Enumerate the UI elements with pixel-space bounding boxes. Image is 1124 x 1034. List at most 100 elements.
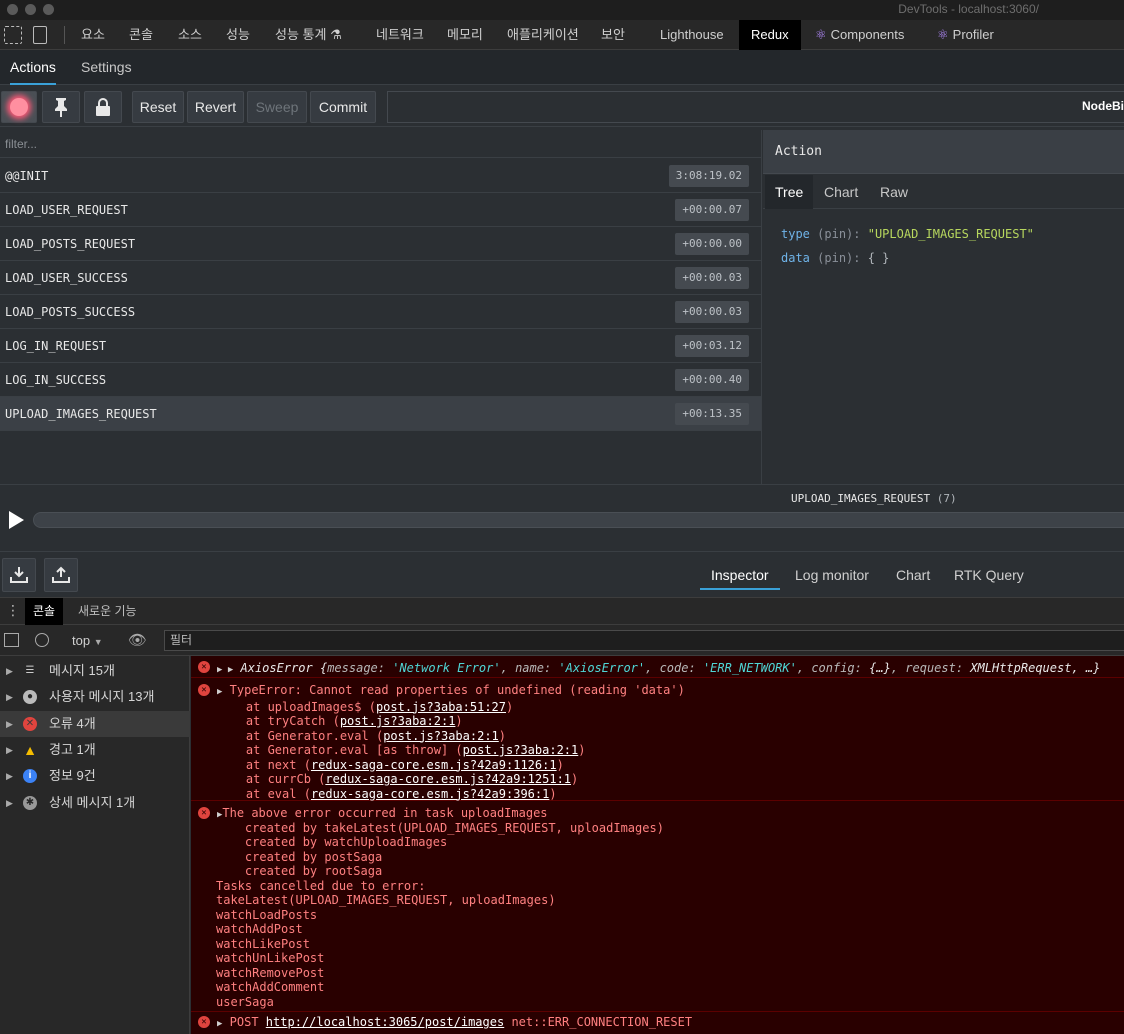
console-message[interactable]: ✕ ▶The above error occurred in task uplo…	[191, 801, 1124, 1012]
action-detail-pane: Action Tree Chart Raw type (pin): "UPLOA…	[763, 130, 1124, 484]
window-title: DevTools - localhost:3060/	[898, 2, 1039, 16]
tab-console[interactable]: 콘솔	[129, 20, 153, 50]
stack-frame-end: )	[498, 728, 507, 743]
inspect-element-icon[interactable]	[4, 26, 22, 44]
source-link[interactable]: redux-saga-core.esm.js?42a9:396:1	[311, 787, 549, 801]
upload-icon	[52, 566, 70, 583]
object-key: name	[515, 661, 544, 675]
tree-row[interactable]: data (pin): { }	[781, 246, 1034, 270]
console-message[interactable]: ✕ ▶ POST http://localhost:3065/post/imag…	[191, 1012, 1124, 1034]
tab-actions[interactable]: Actions	[10, 50, 56, 85]
pin-label[interactable]: (pin):	[817, 227, 860, 241]
export-button[interactable]	[44, 558, 78, 592]
sidebar-item-warnings[interactable]: ▶ ▲ 경고 1개	[0, 737, 190, 763]
tab-rtk-query[interactable]: RTK Query	[943, 560, 1035, 590]
action-row[interactable]: LOG_IN_REQUEST +00:03.12	[0, 329, 761, 363]
slider-count: (7)	[936, 492, 957, 505]
clear-console-icon[interactable]	[35, 633, 49, 647]
expand-icon: ▶	[6, 692, 13, 702]
object-value: 'ERR_NETWORK'	[702, 661, 797, 675]
action-row[interactable]: @@INIT 3:08:19.02	[0, 159, 761, 193]
tab-profiler[interactable]: ⚛ Profiler	[937, 20, 994, 50]
tab-tree[interactable]: Tree	[765, 175, 814, 209]
sidebar-item-verbose[interactable]: ▶ ✱ 상세 메시지 1개	[0, 790, 190, 816]
tree-value: "UPLOAD_IMAGES_REQUEST"	[867, 227, 1034, 241]
object-value: 'Network Error'	[392, 661, 501, 675]
tab-redux[interactable]: Redux	[739, 20, 801, 50]
drawer-tab-console[interactable]: 콘솔	[25, 598, 64, 625]
tab-lighthouse[interactable]: Lighthouse	[660, 20, 724, 50]
source-link[interactable]: post.js?3aba:2:1	[340, 714, 456, 728]
eye-icon[interactable]: 👁	[128, 631, 147, 649]
request-url-link[interactable]: http://localhost:3065/post/images	[266, 1015, 504, 1029]
tab-application[interactable]: 애플리케이션	[507, 20, 579, 50]
pin-button[interactable]	[42, 91, 80, 123]
instance-selector[interactable]: NodeBi	[387, 91, 1124, 123]
source-link[interactable]: post.js?3aba:2:1	[383, 729, 499, 743]
expand-icon[interactable]: ▶	[217, 687, 222, 697]
console-message[interactable]: ✕ ▶ ▶ AxiosError {message: 'Network Erro…	[191, 656, 1124, 678]
tab-components[interactable]: ⚛ Components	[815, 20, 904, 50]
more-options-icon[interactable]: ⋮	[6, 603, 20, 617]
action-row[interactable]: LOAD_USER_SUCCESS +00:00.03	[0, 261, 761, 295]
tab-performance[interactable]: 성능	[226, 20, 250, 50]
tab-security[interactable]: 보안	[601, 20, 625, 50]
source-link[interactable]: post.js?3aba:51:27	[376, 700, 506, 714]
tab-memory[interactable]: 메모리	[447, 20, 483, 50]
saga-line: watchAddComment	[216, 980, 325, 994]
sidebar-toggle-icon[interactable]	[4, 633, 19, 647]
sidebar-item-messages[interactable]: ▶ ☰ 메시지 15개	[0, 658, 190, 684]
tab-raw[interactable]: Raw	[870, 175, 918, 209]
source-link[interactable]: redux-saga-core.esm.js?42a9:1251:1	[325, 772, 571, 786]
tab-performance-insights[interactable]: 성능 통계 ⚗	[275, 20, 342, 50]
sweep-button[interactable]: Sweep	[247, 91, 307, 123]
detail-title: Action	[775, 144, 822, 159]
action-row[interactable]: LOAD_POSTS_SUCCESS +00:00.03	[0, 295, 761, 329]
console-message[interactable]: ✕ ▶ TypeError: Cannot read properties of…	[191, 678, 1124, 801]
lock-button[interactable]	[84, 91, 122, 123]
action-filter-input[interactable]: filter...	[0, 130, 761, 158]
tree-key: type	[781, 227, 810, 241]
tab-profiler-label: Profiler	[952, 27, 994, 42]
play-icon[interactable]	[9, 511, 24, 529]
tree-row[interactable]: type (pin): "UPLOAD_IMAGES_REQUEST"	[781, 222, 1034, 246]
tab-settings[interactable]: Settings	[81, 50, 132, 85]
expand-icon[interactable]: ▶	[217, 1019, 222, 1029]
stack-frame: at next (	[245, 757, 311, 772]
source-link[interactable]: post.js?3aba:2:1	[463, 743, 579, 757]
device-toolbar-icon[interactable]	[33, 26, 47, 44]
pin-label[interactable]: (pin):	[817, 251, 860, 265]
tab-inspector[interactable]: Inspector	[700, 560, 780, 590]
tab-monitor-chart[interactable]: Chart	[885, 560, 941, 590]
import-button[interactable]	[2, 558, 36, 592]
sidebar-item-info[interactable]: ▶ i 정보 9건	[0, 763, 190, 789]
tab-network[interactable]: 네트워크	[376, 20, 424, 50]
context-selector[interactable]: top ▼	[72, 633, 103, 648]
saga-line: Tasks cancelled due to error:	[216, 878, 426, 893]
action-row[interactable]: LOAD_USER_REQUEST +00:00.07	[0, 193, 761, 227]
expand-icon[interactable]: ▶ ▶	[217, 665, 233, 675]
revert-button[interactable]: Revert	[187, 91, 244, 123]
sidebar-item-user-messages[interactable]: ▶ ● 사용자 메시지 13개	[0, 684, 190, 710]
tab-log-monitor[interactable]: Log monitor	[784, 560, 880, 590]
tab-sources[interactable]: 소스	[178, 20, 202, 50]
close-window-button[interactable]	[7, 4, 18, 15]
drawer-tab-whats-new[interactable]: 새로운 기능	[70, 598, 145, 625]
commit-button[interactable]: Commit	[310, 91, 376, 123]
tab-elements[interactable]: 요소	[81, 20, 105, 50]
action-row[interactable]: LOG_IN_SUCCESS +00:00.40	[0, 363, 761, 397]
detail-header: Action	[763, 130, 1124, 174]
tab-chart[interactable]: Chart	[814, 175, 868, 209]
reset-button[interactable]: Reset	[132, 91, 184, 123]
network-status: net::ERR_CONNECTION_RESET	[511, 1015, 693, 1029]
error-icon: ✕	[198, 807, 210, 819]
slider-track[interactable]	[33, 512, 1124, 528]
console-filter-input[interactable]: 필터	[164, 630, 1124, 651]
sidebar-item-errors[interactable]: ▶ ✕ 오류 4개	[0, 711, 190, 737]
zoom-window-button[interactable]	[43, 4, 54, 15]
record-button[interactable]	[1, 91, 37, 123]
action-row-selected[interactable]: UPLOAD_IMAGES_REQUEST +00:13.35	[0, 397, 761, 431]
source-link[interactable]: redux-saga-core.esm.js?42a9:1126:1	[311, 758, 557, 772]
minimize-window-button[interactable]	[25, 4, 36, 15]
action-row[interactable]: LOAD_POSTS_REQUEST +00:00.00	[0, 227, 761, 261]
